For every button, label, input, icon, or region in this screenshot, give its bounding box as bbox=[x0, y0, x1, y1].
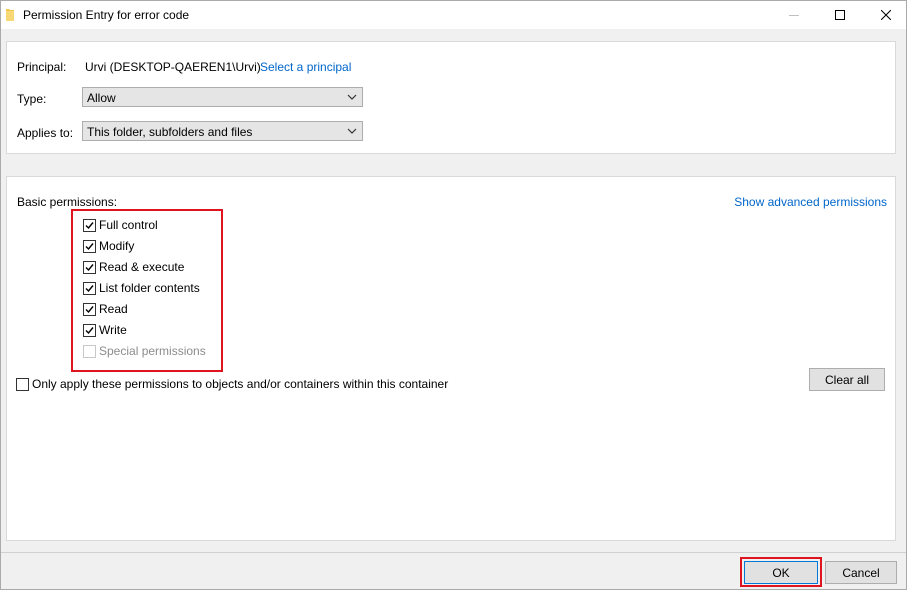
write-label: Write bbox=[99, 323, 127, 337]
footer-separator bbox=[1, 552, 906, 553]
ok-button[interactable]: OK bbox=[744, 561, 818, 584]
modify-checkbox[interactable] bbox=[83, 240, 96, 253]
checkmark-icon bbox=[85, 264, 94, 272]
modify-label: Modify bbox=[99, 239, 135, 253]
principal-panel: Principal: Urvi (DESKTOP-QAEREN1\Urvi) S… bbox=[6, 41, 896, 154]
clear-all-button[interactable]: Clear all bbox=[809, 368, 885, 391]
cancel-button[interactable]: Cancel bbox=[825, 561, 897, 584]
principal-label: Principal: bbox=[17, 60, 67, 74]
read-label: Read bbox=[99, 302, 128, 316]
only-apply-checkbox[interactable] bbox=[16, 378, 29, 391]
full-control-checkbox[interactable] bbox=[83, 219, 96, 232]
folder-icon bbox=[6, 9, 14, 21]
special-permissions-label: Special permissions bbox=[99, 344, 206, 358]
close-icon bbox=[881, 10, 891, 20]
checkmark-icon bbox=[85, 306, 94, 314]
full-control-label: Full control bbox=[99, 218, 158, 232]
select-principal-link[interactable]: Select a principal bbox=[260, 60, 351, 74]
maximize-icon bbox=[835, 10, 845, 20]
chevron-down-icon bbox=[347, 128, 357, 134]
basic-permissions-label: Basic permissions: bbox=[17, 195, 118, 209]
maximize-button[interactable] bbox=[817, 1, 863, 29]
write-checkbox[interactable] bbox=[83, 324, 96, 337]
show-advanced-permissions-link[interactable]: Show advanced permissions bbox=[734, 195, 887, 209]
ok-button-label: OK bbox=[772, 565, 790, 580]
type-dropdown-value: Allow bbox=[87, 91, 116, 105]
checkmark-icon bbox=[85, 327, 94, 335]
applies-to-dropdown-value: This folder, subfolders and files bbox=[87, 125, 253, 139]
window-title: Permission Entry for error code bbox=[23, 8, 190, 22]
permissions-panel: Basic permissions: Show advanced permiss… bbox=[6, 176, 896, 541]
applies-to-dropdown[interactable]: This folder, subfolders and files bbox=[82, 121, 363, 141]
type-label: Type: bbox=[17, 92, 47, 106]
only-apply-label: Only apply these permissions to objects … bbox=[32, 377, 449, 391]
applies-to-label: Applies to: bbox=[17, 126, 74, 140]
list-folder-contents-label: List folder contents bbox=[99, 281, 200, 295]
close-button[interactable] bbox=[863, 1, 907, 29]
type-dropdown[interactable]: Allow bbox=[82, 87, 363, 107]
special-permissions-checkbox bbox=[83, 345, 96, 358]
minimize-button[interactable] bbox=[771, 1, 817, 29]
cancel-button-label: Cancel bbox=[842, 565, 880, 580]
clear-all-button-label: Clear all bbox=[824, 372, 869, 387]
read-execute-checkbox[interactable] bbox=[83, 261, 96, 274]
permission-entry-dialog: Permission Entry for error code Principa… bbox=[0, 0, 907, 590]
checkmark-icon bbox=[85, 285, 94, 293]
read-checkbox[interactable] bbox=[83, 303, 96, 316]
read-execute-label: Read & execute bbox=[99, 260, 185, 274]
list-folder-contents-checkbox[interactable] bbox=[83, 282, 96, 295]
title-bar[interactable]: Permission Entry for error code bbox=[1, 1, 906, 29]
chevron-down-icon bbox=[347, 94, 357, 100]
minimize-icon bbox=[789, 15, 799, 16]
checkmark-icon bbox=[85, 222, 94, 230]
principal-value: Urvi (DESKTOP-QAEREN1\Urvi) bbox=[85, 60, 261, 74]
checkmark-icon bbox=[85, 243, 94, 251]
